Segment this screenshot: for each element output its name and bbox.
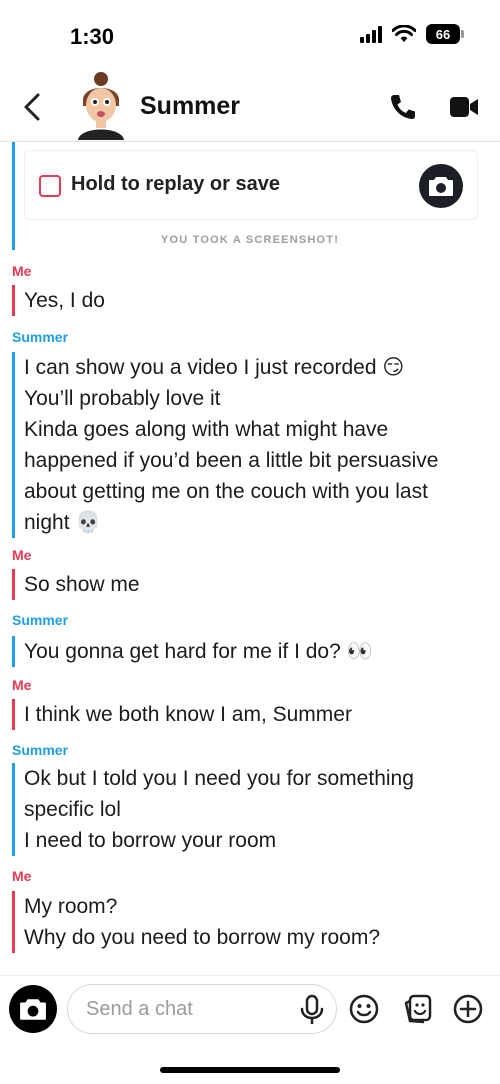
battery-indicator: 66 [426, 24, 464, 44]
message-bubble[interactable]: Ok but I told you I need you for somethi… [12, 763, 482, 856]
message-bubble[interactable]: I can show you a video I just recorded 😏… [12, 352, 482, 538]
message-line: night 💀 [24, 511, 102, 534]
message-line: You’ll probably love it [24, 387, 221, 410]
contact-name[interactable]: Summer [140, 92, 240, 121]
message-line: Yes, I do [24, 289, 105, 312]
back-icon[interactable] [18, 90, 48, 124]
message-line: happened if you’d been a little bit pers… [24, 449, 439, 472]
camera-icon [429, 177, 453, 196]
sticker-icon[interactable] [401, 992, 435, 1026]
message-line: So show me [24, 573, 140, 596]
message-bubble[interactable]: I think we both know I am, Summer [12, 699, 482, 730]
message-line: specific lol [24, 798, 121, 821]
message-line: Ok but I told you I need you for somethi… [24, 767, 414, 790]
wifi-icon [392, 25, 416, 42]
snap-card[interactable]: Hold to replay or save [24, 150, 478, 220]
sender-label: Me [12, 547, 32, 563]
status-icons: 66 [360, 24, 464, 44]
message-bubble[interactable]: You gonna get hard for me if I do? 👀 [12, 636, 482, 667]
sender-label: Me [12, 868, 32, 884]
screenshot-notice: YOU TOOK A SCREENSHOT! [160, 234, 340, 246]
phone-icon[interactable] [388, 92, 418, 122]
microphone-icon[interactable] [299, 994, 325, 1026]
message-bubble[interactable]: My room? Why do you need to borrow my ro… [12, 891, 482, 953]
sender-label: Summer [12, 742, 69, 758]
message-line: about getting me on the couch with you l… [24, 480, 428, 503]
video-camera-icon[interactable] [449, 94, 479, 120]
chat-header: Summer [0, 70, 500, 142]
camera-button[interactable] [9, 985, 57, 1033]
message-line: I can show you a video I just recorded 😏 [24, 356, 405, 379]
cellular-signal-icon [360, 25, 382, 43]
message-bubble[interactable]: So show me [12, 569, 482, 600]
status-bar: 1:30 66 [0, 0, 500, 70]
home-indicator[interactable] [160, 1067, 340, 1073]
camera-icon [20, 999, 46, 1020]
message-line: Why do you need to borrow my room? [24, 926, 380, 949]
smiley-icon[interactable] [348, 993, 380, 1025]
message-line: I need to borrow your room [24, 829, 277, 852]
message-line: My room? [24, 895, 118, 918]
snap-checkbox[interactable] [39, 175, 61, 197]
message-line: You gonna get hard for me if I do? 👀 [24, 640, 373, 663]
snap-label: Hold to replay or save [71, 173, 280, 195]
sender-label: Summer [12, 329, 69, 345]
chat-input[interactable] [67, 984, 337, 1034]
chat-composer [0, 975, 500, 1045]
plus-icon[interactable] [452, 993, 484, 1025]
sender-label: Me [12, 263, 32, 279]
sender-label: Summer [12, 612, 69, 628]
battery-level: 66 [435, 26, 451, 42]
snap-camera-button[interactable] [419, 164, 463, 208]
message-line: Kinda goes along with what might have [24, 418, 389, 441]
sender-label: Me [12, 677, 32, 693]
message-bubble[interactable]: Yes, I do [12, 285, 482, 316]
avatar[interactable] [70, 70, 132, 140]
message-line: I think we both know I am, Summer [24, 703, 352, 726]
status-time: 1:30 [70, 24, 115, 49]
